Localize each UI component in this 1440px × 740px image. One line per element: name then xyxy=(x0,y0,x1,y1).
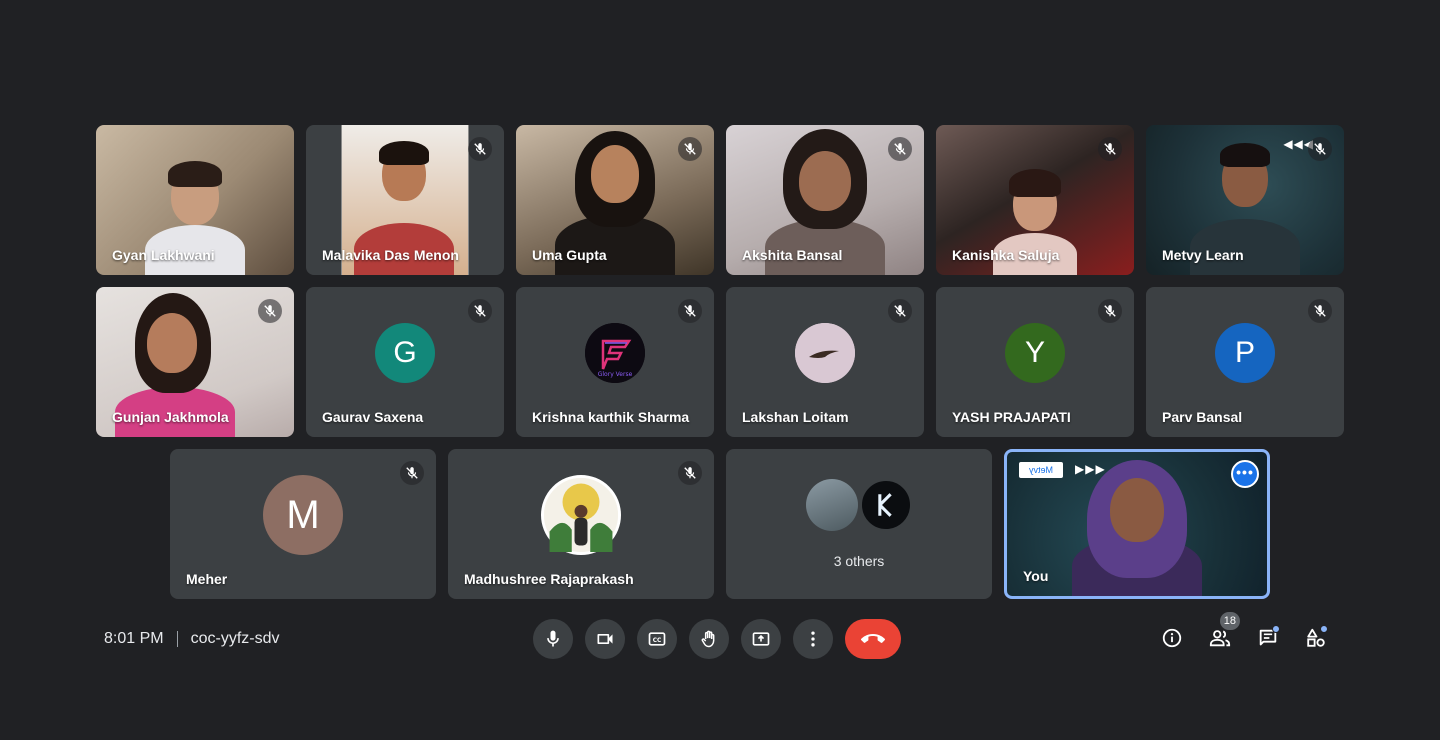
more-options-icon: ••• xyxy=(1236,464,1254,480)
raise-hand-icon xyxy=(701,630,715,648)
present-button[interactable] xyxy=(741,619,781,659)
participant-name: Lakshan Loitam xyxy=(742,409,849,425)
camera-button[interactable] xyxy=(585,619,625,659)
participant-tile-malavika[interactable]: Malavika Das Menon xyxy=(306,125,504,275)
side-panel-tools: 18 xyxy=(1148,612,1340,658)
chat-button[interactable] xyxy=(1244,618,1292,658)
mic-off-icon xyxy=(468,299,492,323)
participant-name: You xyxy=(1023,568,1049,584)
k-logo-icon xyxy=(878,493,892,517)
raise-hand-button[interactable] xyxy=(689,619,729,659)
camera-icon xyxy=(597,634,613,644)
participant-count-badge: 18 xyxy=(1219,612,1240,630)
mic-off-icon xyxy=(258,299,282,323)
more-options-button[interactable]: ••• xyxy=(1231,460,1259,488)
avatar: M xyxy=(263,475,343,555)
info-icon xyxy=(1162,628,1182,648)
participant-row-2: Gunjan Jakhmola G Gaurav Saxena Glory Ve… xyxy=(96,287,1344,437)
participant-name: Gunjan Jakhmola xyxy=(112,409,229,425)
avatar xyxy=(860,479,912,531)
mic-off-icon xyxy=(678,299,702,323)
mic-off-icon xyxy=(1098,137,1122,161)
participant-name: Kanishka Saluja xyxy=(952,247,1060,263)
participant-name: Gyan Lakhwani xyxy=(112,247,215,263)
captions-icon: CC xyxy=(648,632,666,646)
mic-icon xyxy=(547,630,559,647)
others-avatar-group xyxy=(806,479,912,531)
avatar xyxy=(806,479,858,531)
people-button[interactable]: 18 xyxy=(1196,612,1244,658)
participant-name: Gaurav Saxena xyxy=(322,409,424,425)
participant-tile-madhushree[interactable]: Madhushree Rajaprakash xyxy=(448,449,714,599)
microphone-button[interactable] xyxy=(533,619,573,659)
current-time: 8:01 PM xyxy=(104,630,164,647)
end-call-icon xyxy=(861,634,885,643)
divider xyxy=(176,631,178,647)
participant-name: Madhushree Rajaprakash xyxy=(464,571,634,587)
notification-dot xyxy=(1320,625,1328,633)
participant-row-1: Gyan Lakhwani Malavika Das Menon Uma Gup… xyxy=(96,125,1344,275)
mic-off-icon xyxy=(888,299,912,323)
present-icon xyxy=(752,632,770,646)
participant-name: YASH PRAJAPATI xyxy=(952,409,1071,425)
participant-tile-you[interactable]: Metvy ▶▶▶ ••• You xyxy=(1004,449,1270,599)
avatar: G xyxy=(375,323,435,383)
captions-button[interactable]: CC xyxy=(637,619,677,659)
participant-tile-lakshan[interactable]: Lakshan Loitam xyxy=(726,287,924,437)
participant-name: Meher xyxy=(186,571,228,587)
mic-off-icon xyxy=(1308,137,1332,161)
meeting-details-button[interactable] xyxy=(1148,618,1196,658)
participant-tile-akshita[interactable]: Akshita Bansal xyxy=(726,125,924,275)
participant-tile-meher[interactable]: M Meher xyxy=(170,449,436,599)
participant-tile-gunjan[interactable]: Gunjan Jakhmola xyxy=(96,287,294,437)
mic-off-icon xyxy=(468,137,492,161)
video-feed xyxy=(1052,456,1222,596)
participant-tile-kanishka[interactable]: Kanishka Saluja xyxy=(936,125,1134,275)
participant-tile-gaurav[interactable]: G Gaurav Saxena xyxy=(306,287,504,437)
participant-tile-uma[interactable]: Uma Gupta xyxy=(516,125,714,275)
participant-tile-krishna[interactable]: Glory Verse Krishna karthik Sharma xyxy=(516,287,714,437)
participant-name: Parv Bansal xyxy=(1162,409,1243,425)
avatar: Y xyxy=(1005,323,1065,383)
participant-tile-parv[interactable]: P Parv Bansal xyxy=(1146,287,1344,437)
mic-off-icon xyxy=(678,461,702,485)
participant-name: Krishna karthik Sharma xyxy=(532,409,690,425)
avatar: P xyxy=(1215,323,1275,383)
glory-verse-logo-icon: Glory Verse xyxy=(585,323,645,383)
meeting-code: coc-yyfz-sdv xyxy=(190,630,280,647)
participant-name: Metvy Learn xyxy=(1162,247,1244,263)
participant-name: Uma Gupta xyxy=(532,247,607,263)
svg-text:Glory Verse: Glory Verse xyxy=(598,371,633,378)
participant-name: Malavika Das Menon xyxy=(322,247,459,263)
svg-text:CC: CC xyxy=(653,638,662,644)
participant-tile-others[interactable]: 3 others xyxy=(726,449,992,599)
avatar xyxy=(795,323,855,383)
avatar: Glory Verse xyxy=(585,323,645,383)
mic-off-icon xyxy=(1098,299,1122,323)
people-icon xyxy=(1209,630,1231,647)
profile-photo-icon xyxy=(544,478,618,552)
participant-name: Akshita Bansal xyxy=(742,247,843,263)
mic-off-icon xyxy=(678,137,702,161)
avatar xyxy=(541,475,621,555)
notification-dot xyxy=(1272,625,1280,633)
mic-off-icon xyxy=(888,137,912,161)
leave-call-button[interactable] xyxy=(845,619,901,659)
bird-icon xyxy=(795,323,855,383)
more-options-icon xyxy=(811,631,815,647)
participant-tile-gyan[interactable]: Gyan Lakhwani xyxy=(96,125,294,275)
more-options-button[interactable] xyxy=(793,619,833,659)
mic-off-icon xyxy=(1308,299,1332,323)
call-controls: CC xyxy=(533,619,901,659)
meeting-info: 8:01 PM coc-yyfz-sdv xyxy=(104,630,280,648)
participant-row-3: M Meher Madhushree Rajaprakash 3 others … xyxy=(170,449,1270,599)
activities-button[interactable] xyxy=(1292,618,1340,658)
mic-off-icon xyxy=(400,461,424,485)
participant-tile-yash[interactable]: Y YASH PRAJAPATI xyxy=(936,287,1134,437)
participant-tile-metvy[interactable]: ◀◀◀ Metvy Learn xyxy=(1146,125,1344,275)
others-count-label: 3 others xyxy=(833,553,885,569)
